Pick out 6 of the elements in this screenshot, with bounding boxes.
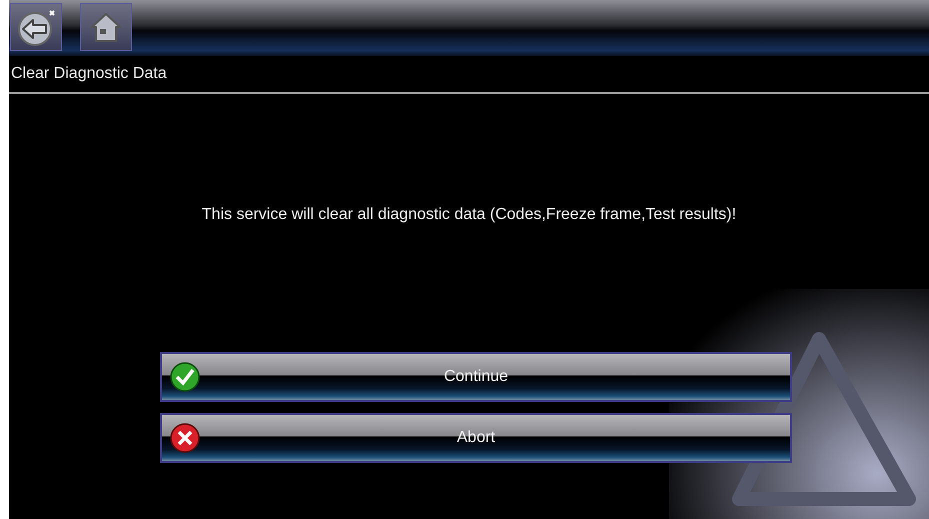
warning-message: This service will clear all diagnostic data (Codes,Freeze frame,Test results)!	[200, 205, 738, 225]
back-button[interactable]	[10, 3, 62, 51]
checkmark-icon	[170, 362, 200, 392]
home-button[interactable]	[80, 3, 132, 51]
screen-title: Clear Diagnostic Data	[11, 65, 167, 83]
cross-icon	[170, 423, 200, 453]
